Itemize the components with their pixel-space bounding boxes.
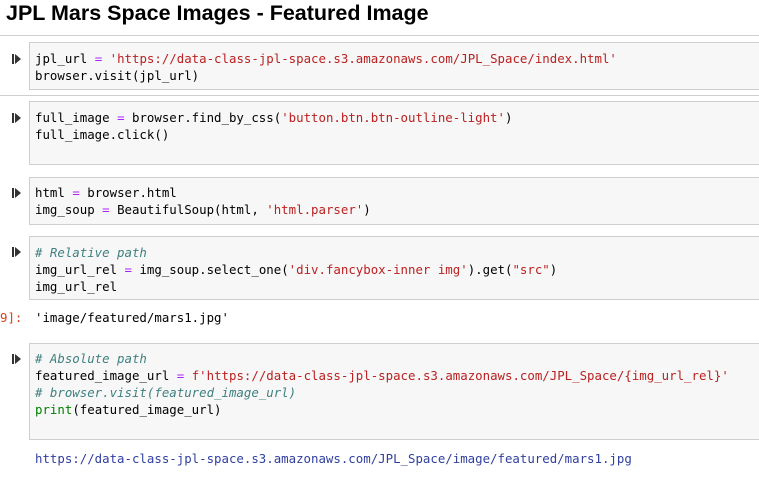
run-cell-icon[interactable] xyxy=(11,353,23,365)
code-cell-1-source: jpl_url = 'https://data-class-jpl-space.… xyxy=(35,51,617,83)
output-url-text: https://data-class-jpl-space.s3.amazonaw… xyxy=(35,451,632,466)
page-heading: JPL Mars Space Images - Featured Image xyxy=(6,1,429,25)
run-cell-icon[interactable] xyxy=(11,53,23,65)
output-prompt: 9]: xyxy=(0,310,23,325)
output-text: 'image/featured/mars1.jpg' xyxy=(35,310,229,325)
code-cell-5-source: # Absolute path featured_image_url = f'h… xyxy=(35,351,729,417)
run-cell-icon[interactable] xyxy=(11,187,23,199)
code-cell-3-source: html = browser.html img_soup = Beautiful… xyxy=(35,185,371,217)
code-cell-4-source: # Relative path img_url_rel = img_soup.s… xyxy=(35,245,558,294)
code-cell-2-source: full_image = browser.find_by_css('button… xyxy=(35,110,513,142)
cell-divider xyxy=(0,95,759,96)
run-cell-icon[interactable] xyxy=(11,246,23,258)
cell-divider xyxy=(0,35,759,36)
run-cell-icon[interactable] xyxy=(11,112,23,124)
